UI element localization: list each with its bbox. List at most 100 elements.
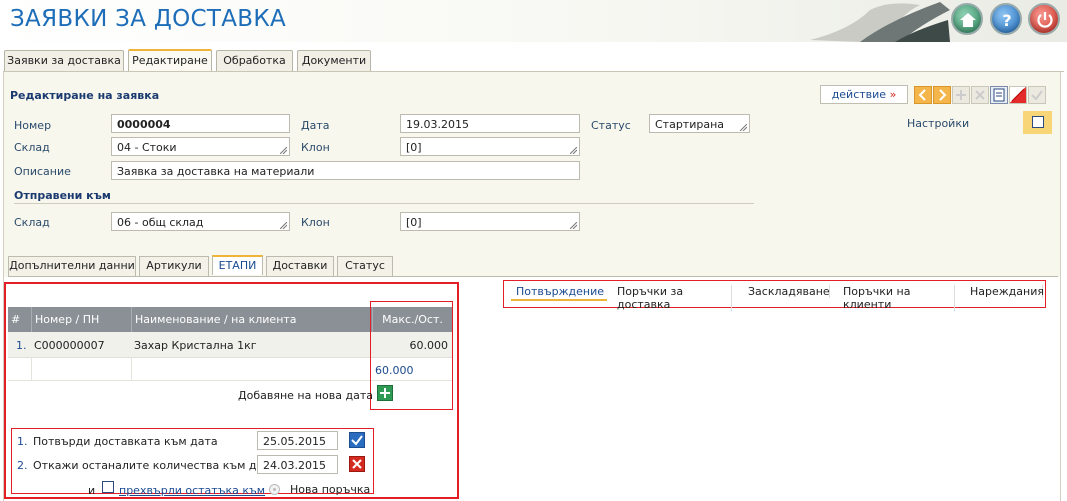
plus-icon	[380, 388, 390, 398]
action-button[interactable]: действие »	[820, 85, 908, 104]
check-icon	[351, 435, 363, 446]
new-order-radio[interactable]	[269, 484, 280, 495]
branch-select[interactable]: [0]	[400, 137, 580, 156]
top-tabs: Заявки за доставка Редактиране Обработка…	[0, 42, 1067, 72]
sent-branch-label: Клон	[301, 216, 330, 229]
tab-status[interactable]: Статус	[337, 256, 393, 276]
sent-to-divider	[14, 203, 754, 204]
row-number: C000000007	[34, 339, 105, 352]
row-index: 1.	[16, 339, 27, 352]
tab-additional-data[interactable]: Допълнителни данни	[8, 256, 136, 276]
next-button[interactable]	[933, 86, 951, 104]
add-button[interactable]	[952, 86, 970, 104]
tab-processing[interactable]: Обработка	[216, 50, 293, 71]
tab-articles[interactable]: Артикули	[139, 256, 209, 276]
resize-handle-icon	[280, 222, 287, 229]
branch-value: [0]	[406, 141, 422, 154]
action-2-index: 2.	[17, 459, 28, 472]
stage-tab-instructions[interactable]: Нареждания	[965, 285, 1044, 298]
stage-tab-supply-orders-label: Поръчки за доставка	[617, 285, 684, 311]
add-date-button[interactable]	[377, 385, 393, 401]
sent-warehouse-value: 06 - общ склад	[117, 216, 204, 229]
prev-button[interactable]	[914, 86, 932, 104]
sent-branch-select[interactable]: [0]	[400, 212, 580, 231]
confirm-date-field[interactable]: 25.05.2015	[257, 431, 338, 450]
description-field[interactable]: Заявка за доставка на материали	[111, 161, 580, 180]
close-icon	[352, 459, 362, 469]
cancel-remaining-button[interactable]	[349, 456, 365, 472]
cancel-icon	[1011, 88, 1025, 102]
stage-tab-client-orders[interactable]: Поръчки на клиенти	[838, 285, 955, 311]
cancel-button[interactable]	[1009, 86, 1027, 104]
close-icon	[975, 90, 985, 100]
stage-tab-confirmation[interactable]: Потвърждение	[511, 285, 607, 301]
print-button[interactable]	[990, 86, 1008, 104]
date-label: Дата	[301, 119, 330, 132]
warehouse-label: Склад	[14, 141, 50, 154]
sent-to-heading: Отправени към	[14, 189, 111, 202]
power-icon	[1037, 12, 1053, 28]
resize-handle-icon	[740, 124, 747, 131]
chevron-right-icon	[939, 89, 947, 101]
grid-header-index: #	[8, 307, 31, 332]
print-icon	[993, 88, 1005, 102]
warehouse-select[interactable]: 04 - Стоки	[111, 137, 290, 156]
transfer-link[interactable]: прехвърли остатъка към	[119, 484, 265, 497]
action-label: действие	[831, 88, 887, 101]
stage-tab-confirmation-label: Потвърждение	[516, 285, 605, 298]
svg-text:?: ?	[1002, 11, 1011, 29]
stage-tab-stocking-label: Заскладяване	[748, 285, 830, 298]
home-button[interactable]	[951, 3, 983, 35]
confirm-delivery-button[interactable]	[349, 432, 365, 448]
number-field[interactable]: 0000004	[111, 114, 290, 133]
tab-documents[interactable]: Документи	[297, 50, 371, 71]
grid-column-dividers	[31, 358, 32, 380]
resize-handle-icon	[570, 147, 577, 154]
sent-branch-value: [0]	[406, 216, 422, 229]
cancel-date-field[interactable]: 24.03.2015	[257, 455, 338, 474]
settings-checkbox[interactable]	[1023, 111, 1052, 134]
add-date-link[interactable]: Добавяне на нова дата »	[238, 389, 383, 402]
branch-label: Клон	[301, 141, 330, 154]
power-button[interactable]	[1028, 3, 1060, 35]
transfer-checkbox[interactable]	[102, 481, 114, 493]
tab-stages[interactable]: ЕТАПИ	[212, 255, 263, 275]
status-value: Стартирана	[655, 118, 725, 131]
description-label: Описание	[14, 165, 71, 178]
new-order-label: Нова поръчка	[290, 483, 371, 496]
bird-decoration-icon	[810, 2, 950, 42]
radio-dot-icon	[273, 488, 276, 491]
action-arrow-icon: »	[889, 88, 897, 101]
app-title: ЗАЯВКИ ЗА ДОСТАВКА	[10, 6, 287, 32]
add-date-label: Добавяне на нова дата	[238, 389, 373, 402]
resize-handle-icon	[570, 222, 577, 229]
app-header: ЗАЯВКИ ЗА ДОСТАВКА ?	[0, 0, 1067, 42]
stage-tab-client-orders-label: Поръчки на клиенти	[843, 285, 911, 311]
action-1-index: 1.	[17, 435, 28, 448]
stage-tab-instructions-label: Нареждания	[970, 285, 1044, 298]
date-field[interactable]: 19.03.2015	[400, 114, 580, 133]
stage-tab-stocking[interactable]: Заскладяване	[743, 285, 830, 298]
tab-edit[interactable]: Редактиране	[128, 49, 212, 71]
row-name: Захар Кристална 1кг	[134, 339, 257, 352]
home-icon	[960, 13, 976, 27]
grid-column-dividers	[131, 358, 132, 380]
tab-requests[interactable]: Заявки за доставка	[4, 50, 124, 71]
action-2-label: Откажи останалите количества към дата	[33, 459, 277, 472]
checkbox-icon	[1032, 116, 1044, 128]
confirm-button[interactable]	[1028, 86, 1046, 104]
grid-header-number: Номер / ПН	[31, 307, 131, 332]
action-1-label: Потвърди доставката към дата	[33, 435, 218, 448]
tab-deliveries[interactable]: Доставки	[266, 256, 334, 276]
resize-handle-icon	[280, 147, 287, 154]
settings-label: Настройки	[907, 117, 970, 130]
help-button[interactable]: ?	[990, 3, 1022, 35]
chevron-left-icon	[918, 89, 926, 101]
status-label: Статус	[591, 119, 631, 132]
sent-warehouse-select[interactable]: 06 - общ склад	[111, 212, 290, 231]
plus-icon	[956, 90, 966, 100]
stage-tab-supply-orders[interactable]: Поръчки за доставка	[612, 285, 732, 311]
delete-button[interactable]	[971, 86, 989, 104]
status-select[interactable]: Стартирана	[649, 114, 750, 133]
number-label: Номер	[14, 119, 52, 132]
